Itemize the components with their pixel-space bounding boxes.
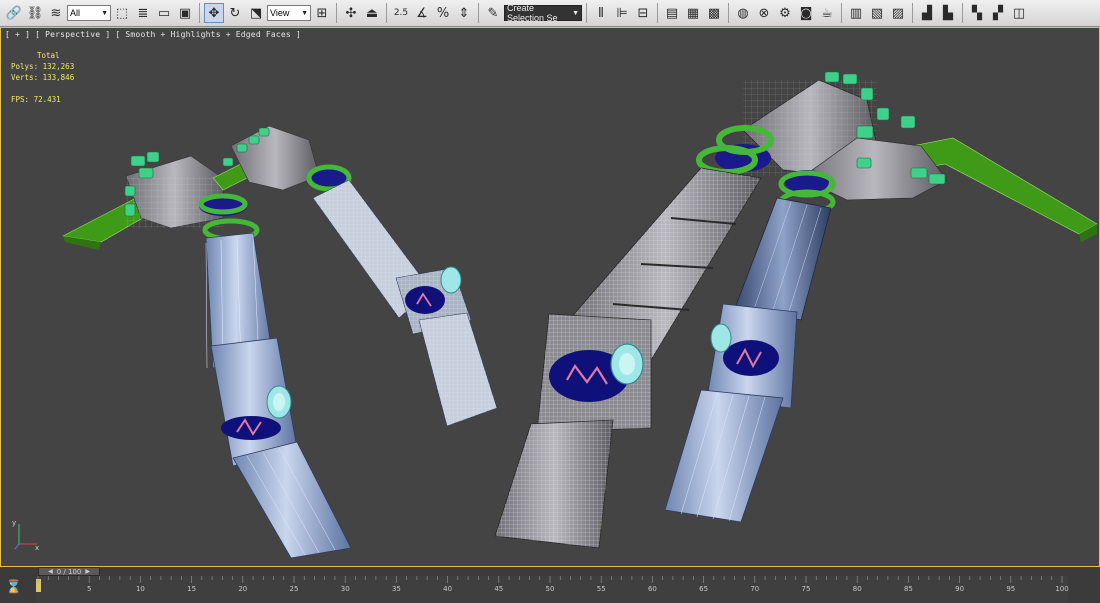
timeline-tick-label: 40 xyxy=(443,585,452,593)
fps-label: FPS: xyxy=(11,95,30,104)
container-icon[interactable]: ▥ xyxy=(846,3,866,23)
container-close-icon[interactable]: ▨ xyxy=(888,3,908,23)
timeline-tick-label: 5 xyxy=(87,585,91,593)
arm-model-left[interactable] xyxy=(62,151,352,559)
timeline-tick-label: 35 xyxy=(392,585,401,593)
snap-toggle-icon[interactable]: ⏏ xyxy=(362,3,382,23)
axis-y-label: y xyxy=(12,519,16,527)
render-icon[interactable]: ☕ xyxy=(817,3,837,23)
timeline-tick-label: 85 xyxy=(904,585,913,593)
timeline-tick-label: 70 xyxy=(750,585,759,593)
scene-canvas[interactable] xyxy=(1,28,1100,567)
timeline-bar: ◀ 0 / 100 ▶ ⌛ 5 10 15 20 25 30 35 40 45 50 55 60 65 7… xyxy=(0,567,1100,603)
timeline-tick-label: 90 xyxy=(955,585,964,593)
quick-align-icon[interactable]: ⊟ xyxy=(633,3,653,23)
statistics-overlay: Total Polys: 132,263 Verts: 133,846 FPS:… xyxy=(11,50,74,105)
axis-tripod-icon: y x xyxy=(12,519,39,552)
viewport-config-icon[interactable]: ◫ xyxy=(1009,3,1029,23)
selection-filter-dropdown[interactable]: All ▼ xyxy=(67,5,111,21)
move-icon[interactable]: ✥ xyxy=(204,3,224,23)
polys-label: Polys: xyxy=(11,62,39,71)
container-open-icon[interactable]: ▧ xyxy=(867,3,887,23)
timeline-tick-label: 10 xyxy=(136,585,145,593)
timeline-tick-label: 95 xyxy=(1006,585,1015,593)
spinner-snap-icon[interactable]: ⇕ xyxy=(454,3,474,23)
time-slider-label: 0 / 100 xyxy=(56,567,82,576)
axis-x-label: x xyxy=(35,544,39,552)
chevron-down-icon: ▼ xyxy=(301,9,308,17)
link-icon[interactable]: 🔗 xyxy=(4,3,24,23)
polys-value: 132,263 xyxy=(42,62,75,71)
stats-fps: FPS: 72.431 xyxy=(11,94,74,105)
stats-header: Total xyxy=(37,51,60,60)
snap-label: 2.5 xyxy=(393,8,409,18)
next-frame-icon[interactable]: ▶ xyxy=(85,568,90,575)
timeline-tick-label: 45 xyxy=(494,585,503,593)
scene-explorer-icon[interactable]: ▚ xyxy=(967,3,987,23)
viewport-label[interactable]: [ + ] [ Perspective ] [ Smooth + Highlig… xyxy=(5,30,301,39)
schematic-view-icon[interactable]: ⊗ xyxy=(754,3,774,23)
bind-spacewarp-icon[interactable]: ≋ xyxy=(46,3,66,23)
align-icon[interactable]: ⊫ xyxy=(612,3,632,23)
rendered-frame-icon[interactable]: ◙ xyxy=(796,3,816,23)
graphite-ribbon-icon[interactable]: ▦ xyxy=(683,3,703,23)
fps-value: 72.431 xyxy=(33,95,61,104)
populate-icon[interactable]: ▟ xyxy=(917,3,937,23)
rotate-icon[interactable]: ↻ xyxy=(225,3,245,23)
selection-filter-value: All xyxy=(70,8,81,18)
named-selection-value: Create Selection Se xyxy=(507,3,558,23)
stats-verts: Verts: 133,846 xyxy=(11,72,74,83)
populate-edit-icon[interactable]: ▙ xyxy=(938,3,958,23)
mirror-icon[interactable]: ⫴ xyxy=(591,3,611,23)
stats-polys: Polys: 132,263 xyxy=(11,61,74,72)
chevron-down-icon: ▼ xyxy=(101,9,108,17)
named-selection-dropdown[interactable]: Create Selection Se ▼ xyxy=(504,3,582,23)
scene-states-icon[interactable]: ▞ xyxy=(988,3,1008,23)
main-toolbar: 🔗 ⛓ ≋ All ▼ ⬚ ≣ ▭ ▣ ✥ ↻ ⬔ View ▼ ⊞ ✣ ⏏ 2… xyxy=(0,0,1100,27)
percent-snap-icon[interactable]: % xyxy=(433,3,453,23)
timeline-tick-label: 55 xyxy=(597,585,606,593)
time-slider[interactable]: ◀ 0 / 100 ▶ xyxy=(38,567,100,576)
timeline-tick-label: 80 xyxy=(853,585,862,593)
current-frame-marker[interactable] xyxy=(36,579,41,592)
verts-value: 133,846 xyxy=(42,73,75,82)
reference-coordinate-value: View xyxy=(270,8,290,18)
perspective-viewport[interactable]: [ + ] [ Perspective ] [ Smooth + Highlig… xyxy=(0,27,1100,567)
timeline-tick-label: 25 xyxy=(290,585,299,593)
pivot-icon[interactable]: ⊞ xyxy=(312,3,332,23)
timeline-tick-label: 100 xyxy=(1055,585,1068,593)
timeline-tick-label: 60 xyxy=(648,585,657,593)
curve-editor-icon[interactable]: ▩ xyxy=(704,3,724,23)
select-by-name-icon[interactable]: ≣ xyxy=(133,3,153,23)
timeline-tick-label: 30 xyxy=(341,585,350,593)
angle-snap-icon[interactable]: ∡ xyxy=(412,3,432,23)
timeline-tick-label: 75 xyxy=(802,585,811,593)
render-setup-icon[interactable]: ⚙ xyxy=(775,3,795,23)
verts-label: Verts: xyxy=(11,73,39,82)
layer-manager-icon[interactable]: ▤ xyxy=(662,3,682,23)
percent-snap-label: % xyxy=(436,5,450,21)
snap-icon[interactable]: 2.5 xyxy=(391,3,411,23)
manipulate-icon[interactable]: ✣ xyxy=(341,3,361,23)
unlink-icon[interactable]: ⛓ xyxy=(25,3,45,23)
timeline-ruler[interactable]: 5 10 15 20 25 30 35 40 45 50 55 60 65 70 75 80 85 90 95 100 xyxy=(0,576,1100,603)
edit-named-selection-icon[interactable]: ✎ xyxy=(483,3,503,23)
material-editor-icon[interactable]: ◍ xyxy=(733,3,753,23)
reference-coordinate-dropdown[interactable]: View ▼ xyxy=(267,5,311,21)
chevron-down-icon: ▼ xyxy=(572,9,579,17)
timeline-tick-label: 20 xyxy=(238,585,247,593)
previous-frame-icon[interactable]: ◀ xyxy=(48,568,53,575)
rectangular-selection-icon[interactable]: ▭ xyxy=(154,3,174,23)
timeline-tick-label: 15 xyxy=(187,585,196,593)
scale-icon[interactable]: ⬔ xyxy=(246,3,266,23)
timeline-tick-label: 65 xyxy=(699,585,708,593)
timeline-tick-label: 50 xyxy=(546,585,555,593)
window-crossing-icon[interactable]: ▣ xyxy=(175,3,195,23)
select-object-icon[interactable]: ⬚ xyxy=(112,3,132,23)
